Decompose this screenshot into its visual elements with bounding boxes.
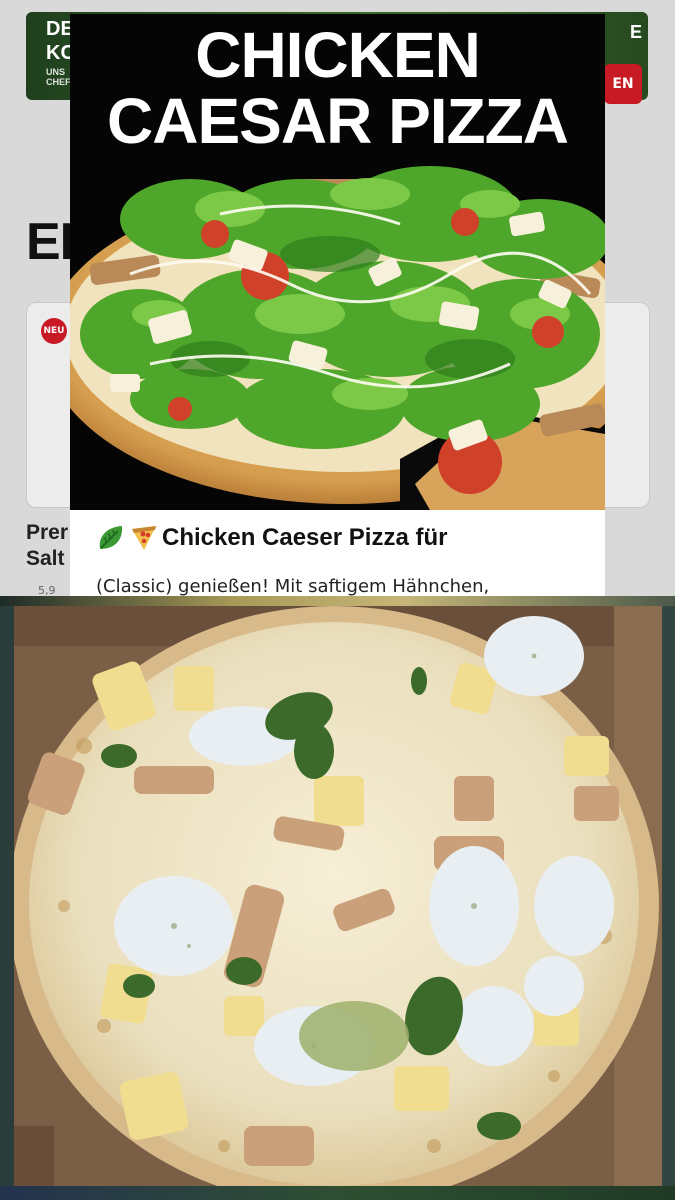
promo-title-line2: CAESAR PIZZA xyxy=(107,85,569,157)
banner-small-text: UNS CHEF xyxy=(46,67,71,87)
side-border-left xyxy=(0,606,14,1186)
promo-headline: Chicken Caeser Pizza für xyxy=(162,524,448,551)
divider-line xyxy=(0,596,675,606)
promo-text: Chicken Caeser Pizza für (Classic) genie… xyxy=(96,518,596,596)
bottom-edge xyxy=(0,1186,675,1200)
section-heading: EI xyxy=(26,213,74,271)
promo-title-line1: CHICKEN xyxy=(195,19,481,91)
new-badge: NEU xyxy=(41,318,67,344)
homemade-pizza-illustration xyxy=(14,606,662,1186)
promo-body-text: (Classic) genießen! Mit saftigem Hähnche… xyxy=(96,576,490,596)
promo-headline-row: Chicken Caeser Pizza für xyxy=(96,518,596,558)
banner-cta-button[interactable]: EN xyxy=(604,64,642,104)
banner-small-line1: UNS xyxy=(46,67,66,77)
banner-right-text: E xyxy=(629,22,642,42)
leafy-green-icon xyxy=(99,526,123,549)
banner-small-line2: CHEF xyxy=(46,77,71,87)
side-border-right xyxy=(662,606,675,1186)
promo-card[interactable]: CHICKEN CAESAR PIZZA Chicken Caeser Pizz… xyxy=(70,14,605,596)
pizza-photo xyxy=(14,606,662,1186)
pizza-slice-icon xyxy=(132,526,156,550)
promo-hero-image: CHICKEN CAESAR PIZZA xyxy=(70,14,605,510)
